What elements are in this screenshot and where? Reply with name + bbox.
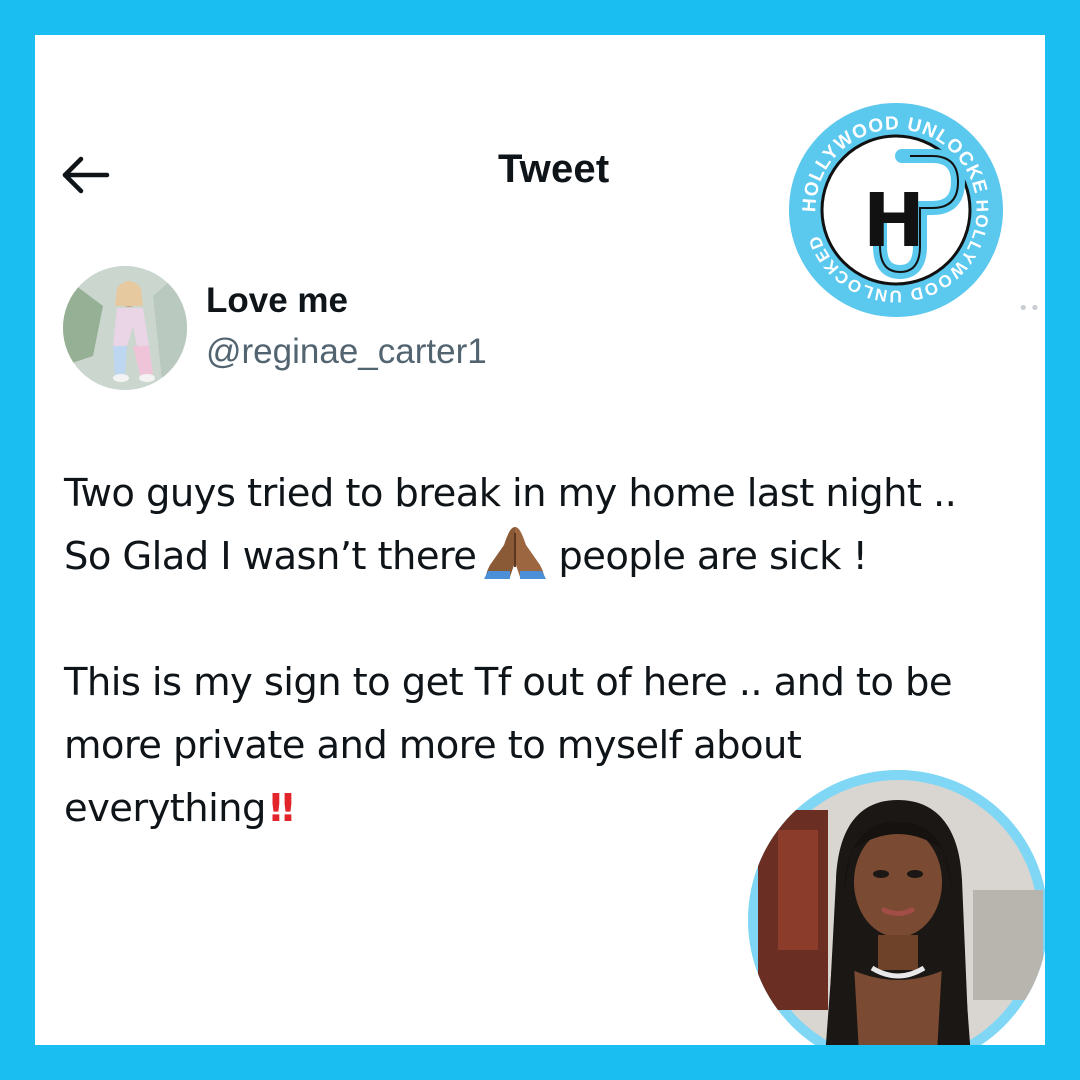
folded-hands-icon (480, 525, 550, 579)
tweet-line: So Glad I wasn’t there people are sick ! (64, 525, 1039, 588)
user-handle[interactable]: @reginae_carter1 (206, 332, 487, 372)
double-exclamation-icon: ‼ (269, 786, 294, 831)
avatar[interactable] (63, 266, 187, 390)
tweet-card: Tweet •• Love me @reginae_carter1 Two gu… (35, 35, 1045, 1045)
arrow-left-icon[interactable] (57, 153, 113, 197)
tweet-text-fragment: people are sick ! (558, 534, 868, 579)
tweet-line: Two guys tried to break in my home last … (64, 471, 957, 516)
badge-monogram: H (863, 178, 925, 264)
tweet-line: This is my sign to get Tf out of here ..… (64, 660, 953, 705)
display-name[interactable]: Love me (206, 281, 348, 321)
tweet-text-fragment: everything (64, 786, 266, 831)
page-title: Tweet (498, 147, 610, 191)
tweet-text-fragment: So Glad I wasn’t there (64, 534, 477, 579)
hollywood-unlocked-logo: HOLLYWOOD UNLOCKED HOLLYWOOD UNLOCKED H (775, 80, 1010, 324)
tweet-line: more private and more to myself about (64, 723, 802, 768)
more-icon[interactable]: •• (1018, 298, 1041, 319)
